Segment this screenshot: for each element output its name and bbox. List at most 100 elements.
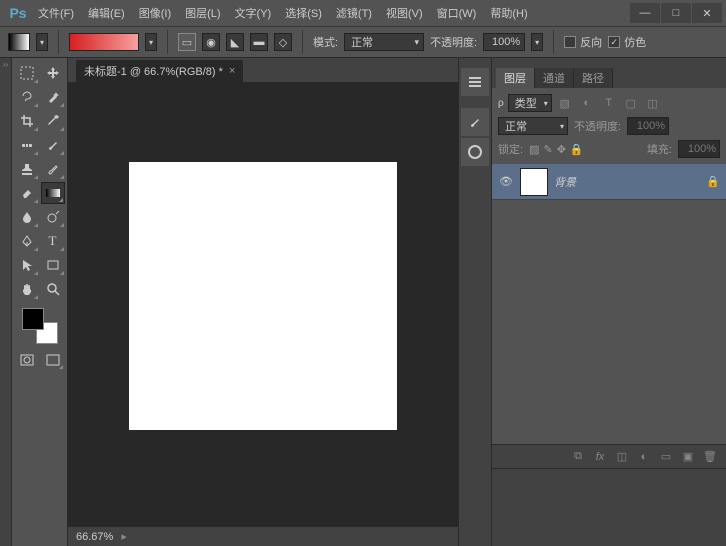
blur-tool[interactable] [15,206,39,228]
eyedropper-tool[interactable] [41,110,65,132]
filter-adjust-icon[interactable]: ◐ [578,94,596,112]
dither-checkbox[interactable]: 仿色 [608,34,646,50]
reflected-gradient-icon[interactable]: ▬ [250,33,268,51]
menu-type[interactable]: 文字(Y) [229,1,278,25]
diamond-gradient-icon[interactable]: ◇ [274,33,292,51]
layer-fx-icon[interactable]: fx [592,449,608,465]
gradient-dropdown[interactable]: ▾ [145,33,157,51]
lock-position-icon[interactable]: ✥ [557,143,566,156]
link-layers-icon[interactable]: ⧉ [570,449,586,465]
blend-mode-select[interactable]: 正常 [344,33,424,51]
maximize-button[interactable]: □ [661,3,691,23]
left-dock-strip: ›› [0,58,12,546]
layer-list: 👁 背景 🔒 [492,164,726,444]
radial-gradient-icon[interactable]: ◉ [202,33,220,51]
close-icon[interactable]: × [229,65,235,77]
reverse-checkbox[interactable]: 反向 [564,34,602,50]
layer-row[interactable]: 👁 背景 🔒 [492,164,726,200]
layer-opacity-input[interactable]: 100% [627,117,669,135]
menu-view[interactable]: 视图(V) [380,1,429,25]
brushes-panel-icon[interactable] [461,108,489,136]
right-panels: 图层 通道 路径 ρ 类型 ▧ ◐ T ▢ ◫ 正常 不透明度: 100% [492,58,726,546]
linear-gradient-icon[interactable]: ▭ [178,33,196,51]
menu-edit[interactable]: 编辑(E) [82,1,131,25]
adjustment-layer-icon[interactable]: ◐ [636,449,652,465]
lasso-tool[interactable] [15,86,39,108]
document-tab[interactable]: 未标题-1 @ 66.7%(RGB/8) * × [76,60,243,82]
foreground-color[interactable] [22,308,44,330]
layer-blend-mode-select[interactable]: 正常 [498,117,568,135]
tool-preset-dropdown[interactable]: ▾ [36,33,48,51]
filter-smart-icon[interactable]: ◫ [644,94,662,112]
document-tabs: 未标题-1 @ 66.7%(RGB/8) * × [68,58,458,82]
heal-tool[interactable] [15,134,39,156]
filter-shape-icon[interactable]: ▢ [622,94,640,112]
swatches-panel-icon[interactable] [461,138,489,166]
menu-select[interactable]: 选择(S) [279,1,328,25]
new-layer-icon[interactable]: ▣ [680,449,696,465]
tab-paths[interactable]: 路径 [574,68,613,88]
marquee-tool[interactable] [15,62,39,84]
tab-layers[interactable]: 图层 [496,68,535,88]
history-panel-icon[interactable] [461,68,489,96]
opacity-input[interactable]: 100% [483,33,525,51]
zoom-level[interactable]: 66.67% [76,531,113,543]
dodge-tool[interactable] [41,206,65,228]
menu-filter[interactable]: 滤镜(T) [330,1,378,25]
hand-tool[interactable] [15,278,39,300]
crop-tool[interactable] [15,110,39,132]
stamp-tool[interactable] [15,158,39,180]
lock-all-icon[interactable]: 🔒 [570,143,584,156]
layer-fill-input[interactable]: 100% [678,140,720,158]
window-controls: ― □ ✕ [630,3,722,23]
filter-kind-select[interactable]: 类型 [508,94,552,112]
move-tool[interactable] [41,62,65,84]
filter-pixel-icon[interactable]: ▧ [556,94,574,112]
menu-window[interactable]: 窗口(W) [431,1,483,25]
add-mask-icon[interactable]: ◫ [614,449,630,465]
canvas-viewport[interactable] [68,82,458,526]
filter-type-icon[interactable]: T [600,94,618,112]
pen-tool[interactable] [15,230,39,252]
screen-mode-toggle[interactable] [42,350,64,370]
menu-file[interactable]: 文件(F) [32,1,80,25]
tab-channels[interactable]: 通道 [535,68,574,88]
lock-pixels-icon[interactable]: ✎ [543,143,552,156]
eraser-tool[interactable] [15,182,39,204]
layer-thumbnail[interactable] [520,168,548,196]
minimize-button[interactable]: ― [630,3,660,23]
menu-image[interactable]: 图像(I) [133,1,177,25]
lock-label: 锁定: [498,141,523,157]
layer-name[interactable]: 背景 [554,174,700,190]
path-select-tool[interactable] [15,254,39,276]
lock-transparency-icon[interactable]: ▨ [529,143,539,156]
quickmask-toggle[interactable] [16,350,38,370]
angle-gradient-icon[interactable]: ◣ [226,33,244,51]
menu-bar: 文件(F) 编辑(E) 图像(I) 图层(L) 文字(Y) 选择(S) 滤镜(T… [32,1,630,25]
status-arrow-icon[interactable]: ▸ [121,530,127,543]
menu-help[interactable]: 帮助(H) [484,1,533,25]
collapse-nub-icon[interactable]: ›› [1,60,11,70]
canvas[interactable] [129,162,397,430]
title-bar: Ps 文件(F) 编辑(E) 图像(I) 图层(L) 文字(Y) 选择(S) 滤… [0,0,726,26]
color-swatches[interactable] [22,308,58,344]
gradient-tool[interactable] [41,182,65,204]
new-group-icon[interactable]: ▭ [658,449,674,465]
delete-layer-icon[interactable]: 🗑 [702,449,718,465]
right-dock-strip [458,58,492,546]
tool-preset-picker[interactable] [8,33,30,51]
zoom-tool[interactable] [41,278,65,300]
visibility-toggle-icon[interactable]: 👁 [498,175,514,188]
shape-tool[interactable] [41,254,65,276]
history-brush-tool[interactable] [41,158,65,180]
document-area: 未标题-1 @ 66.7%(RGB/8) * × 66.67% ▸ [68,58,458,546]
type-tool[interactable]: T [41,230,65,252]
close-button[interactable]: ✕ [692,3,722,23]
separator [553,30,554,54]
brush-tool[interactable] [41,134,65,156]
magic-wand-tool[interactable] [41,86,65,108]
menu-layer[interactable]: 图层(L) [179,1,226,25]
gradient-preview[interactable] [69,33,139,51]
separator [58,30,59,54]
opacity-dropdown[interactable]: ▾ [531,33,543,51]
